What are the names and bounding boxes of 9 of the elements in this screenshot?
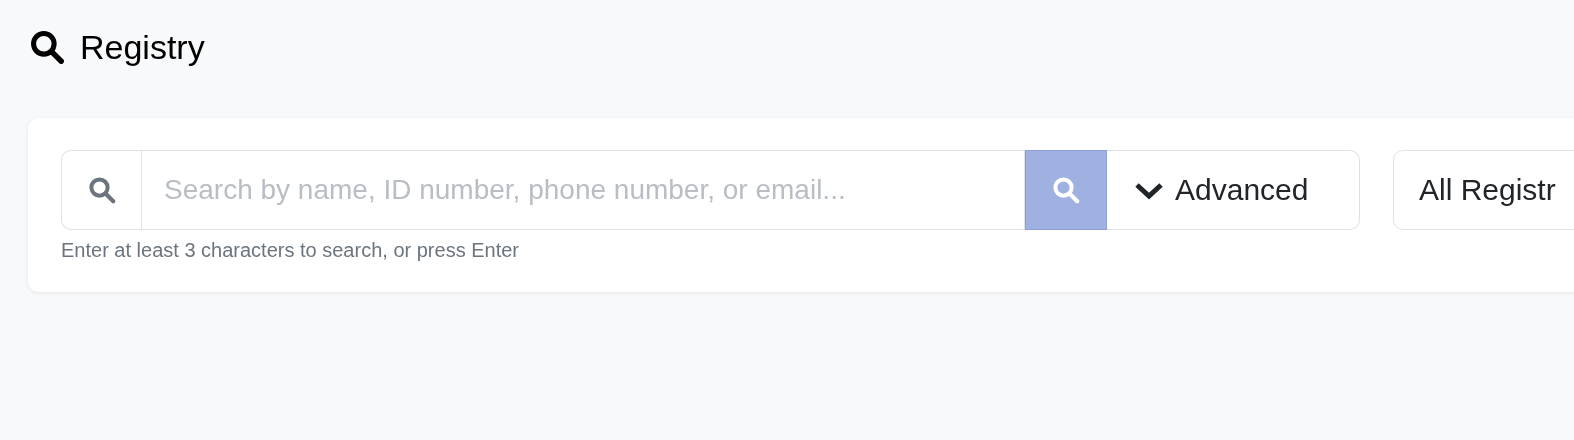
advanced-button[interactable]: Advanced [1107, 150, 1360, 230]
search-icon [1051, 175, 1081, 205]
registry-dropdown[interactable]: All Registr [1393, 150, 1574, 230]
page-title: Registry [80, 27, 205, 67]
search-icon [86, 175, 117, 205]
search-icon [28, 28, 66, 66]
help-text: Enter at least 3 characters to search, or press Enter [61, 239, 520, 262]
search-field[interactable]: Search by name, ID number, phone number, or email... [141, 150, 1025, 230]
search-button[interactable] [1025, 150, 1107, 230]
